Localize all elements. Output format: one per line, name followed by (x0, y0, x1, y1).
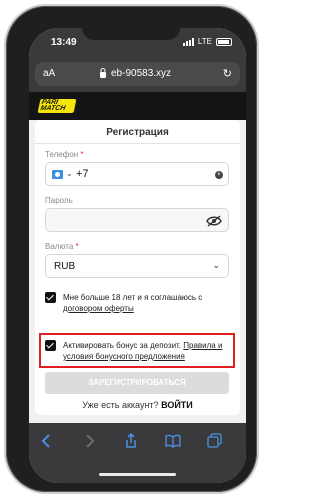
url-field[interactable]: aA eb-90583.xyz ↻ (35, 62, 240, 86)
browser-address-bar: aA eb-90583.xyz ↻ (29, 58, 246, 92)
app-header: PARI MATCH (29, 92, 246, 120)
bonus-checkbox[interactable] (45, 340, 56, 351)
forward-icon[interactable] (81, 433, 97, 449)
phone-label: Телефон * (45, 150, 84, 159)
parimatch-logo[interactable]: PARI MATCH (37, 99, 77, 113)
text-size-button[interactable]: aA (43, 68, 55, 79)
share-icon[interactable] (123, 433, 139, 449)
reload-icon[interactable]: ↻ (223, 67, 232, 80)
url-domain: eb-90583.xyz (111, 68, 172, 79)
phone-screen: 13:49 LTE aA eb-90583.xyz ↻ PARI MATCH Р… (29, 28, 246, 483)
clear-icon[interactable]: × (215, 171, 223, 179)
login-link[interactable]: ВОЙТИ (161, 400, 193, 410)
back-icon[interactable] (39, 433, 55, 449)
signal-icon (182, 37, 194, 46)
home-indicator (99, 473, 176, 476)
lock-icon (100, 68, 106, 78)
page-title: Регистрация (35, 122, 240, 144)
registration-card: Регистрация Телефон * ⌄ +7 × Пароль Валю… (35, 120, 240, 415)
age-consent-text: Мне больше 18 лет и я соглашаюсь с догов… (63, 293, 203, 313)
currency-select[interactable]: RUB ⌄ (45, 254, 229, 278)
status-time: 13:49 (51, 37, 77, 48)
flag-icon[interactable] (52, 170, 63, 179)
browser-toolbar (29, 423, 246, 483)
register-button[interactable]: ЗАРЕГИСТРИРОВАТЬСЯ (45, 372, 229, 394)
phone-field[interactable]: ⌄ +7 × (45, 162, 229, 186)
age-consent-checkbox[interactable] (45, 292, 56, 303)
currency-value: RUB (54, 261, 76, 272)
password-field[interactable] (45, 208, 229, 232)
chevron-down-icon[interactable]: ⌄ (212, 260, 220, 271)
phone-prefix: +7 (76, 168, 89, 180)
network-label: LTE (197, 37, 212, 46)
bookmarks-icon[interactable] (165, 433, 181, 449)
currency-label: Валюта * (45, 242, 79, 251)
battery-icon (216, 37, 232, 46)
offer-agreement-link[interactable]: договором оферты (63, 304, 134, 313)
chevron-down-icon[interactable]: ⌄ (66, 169, 73, 178)
eye-off-icon[interactable] (206, 215, 222, 227)
tabs-icon[interactable] (207, 433, 223, 449)
login-prompt: Уже есть аккаунт? ВОЙТИ (35, 400, 240, 410)
phone-notch (82, 22, 180, 40)
logo-text: PARI MATCH (39, 99, 66, 112)
have-account-text: Уже есть аккаунт? (82, 400, 159, 410)
bonus-text: Активировать бонус за депозит. Правила и… (63, 341, 223, 361)
status-indicators: LTE (182, 37, 232, 46)
password-label: Пароль (45, 196, 73, 205)
